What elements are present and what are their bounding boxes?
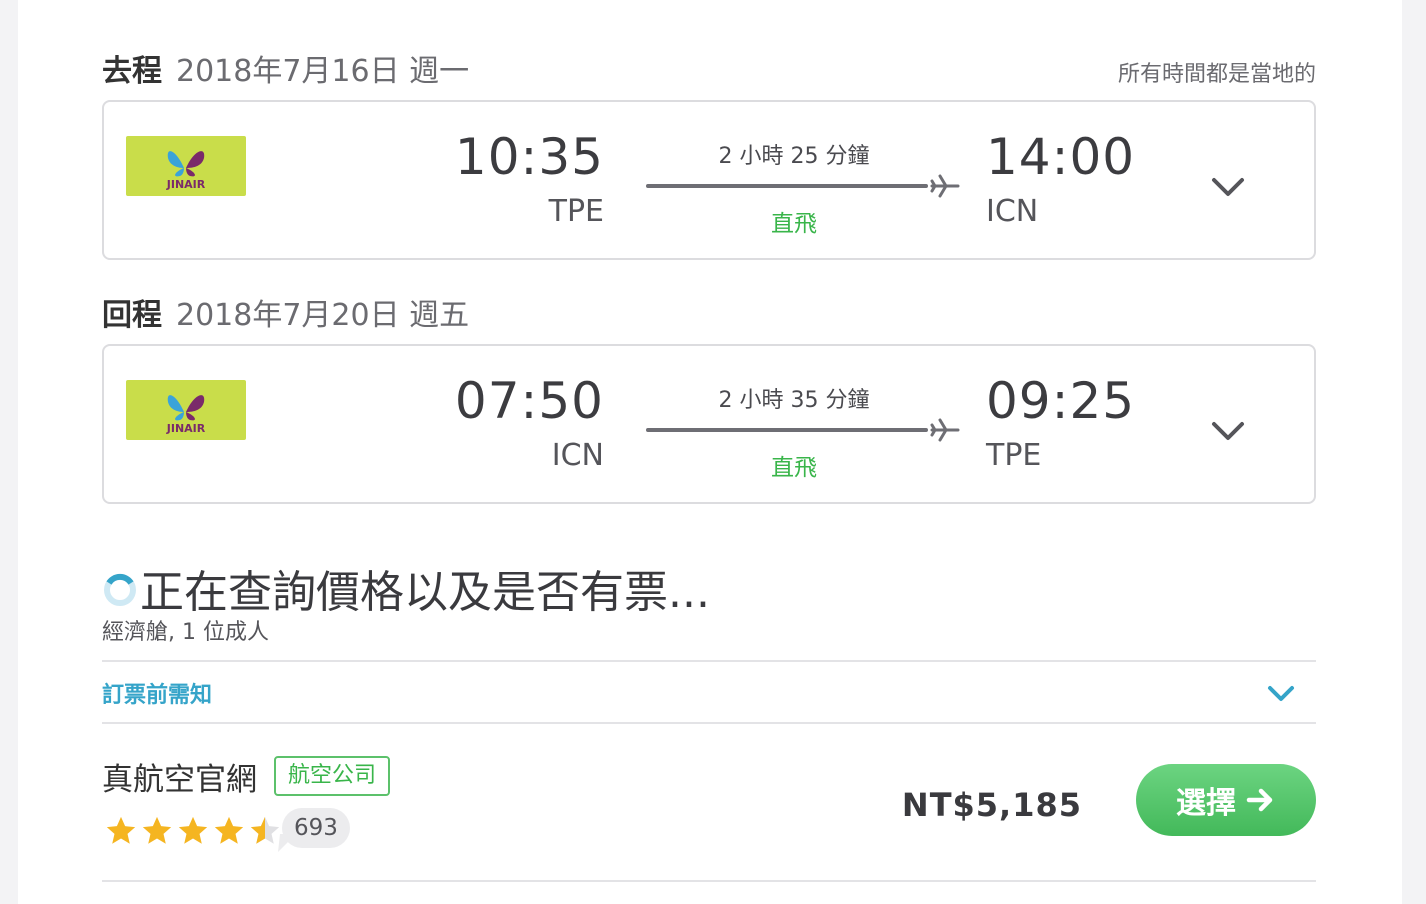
outbound-label: 去程 [102, 54, 162, 89]
inbound-header: 回程 2018年7月20日 週五 [102, 290, 1316, 334]
chevron-down-icon[interactable] [1210, 174, 1246, 200]
outbound-flight-card[interactable]: JINAIR 10:35 TPE 2 小時 25 分鐘 直飛 14:00 ICN [102, 100, 1316, 260]
chevron-down-icon[interactable] [1210, 418, 1246, 444]
review-count[interactable]: 693 [282, 808, 350, 848]
butterfly-icon: JINAIR [166, 395, 206, 435]
departure-airport: ICN [551, 438, 604, 473]
outbound-date: 2018年7月16日 週一 [176, 54, 470, 89]
arrival-time: 14:00 [986, 128, 1136, 186]
arrival-airport: TPE [986, 438, 1042, 473]
butterfly-icon: JINAIR [166, 151, 206, 191]
booking-notice-link[interactable]: 訂票前需知 [102, 677, 212, 709]
route-line [646, 184, 928, 188]
arrow-right-icon [1246, 788, 1273, 812]
flight-duration: 2 小時 35 分鐘 [718, 388, 870, 413]
departure-time: 10:35 [454, 128, 604, 186]
flight-duration: 2 小時 25 分鐘 [718, 144, 870, 169]
inbound-label: 回程 [102, 298, 162, 333]
booking-panel: 去程 2018年7月16日 週一 所有時間都是當地的 JINAIR 10:35 … [18, 0, 1402, 904]
jinair-logo: JINAIR [126, 380, 246, 440]
plane-icon [930, 174, 960, 198]
star-icon [142, 816, 172, 844]
inbound-date: 2018年7月20日 週五 [176, 298, 470, 333]
select-button-label: 選擇 [1176, 786, 1236, 821]
provider-name: 真航空官網 [102, 762, 257, 798]
route-line [646, 428, 928, 432]
plane-icon [930, 418, 960, 442]
star-icon [178, 816, 208, 844]
divider [102, 660, 1316, 662]
stops-label: 直飛 [771, 455, 817, 481]
divider [102, 880, 1316, 882]
departure-airport: TPE [548, 194, 604, 229]
svg-text:JINAIR: JINAIR [166, 178, 206, 191]
arrival-airport: ICN [986, 194, 1039, 229]
arrival-time: 09:25 [986, 372, 1136, 430]
airline-badge: 航空公司 [274, 756, 391, 796]
cabin-info: 經濟艙, 1 位成人 [102, 620, 269, 645]
loading-spinner-icon [104, 574, 136, 606]
loading-status: 正在查詢價格以及是否有票... [102, 556, 710, 620]
price: NT$5,185 [901, 786, 1082, 824]
inbound-flight-card[interactable]: JINAIR 07:50 ICN 2 小時 35 分鐘 直飛 09:25 TPE [102, 344, 1316, 504]
rating-stars [104, 814, 284, 848]
jinair-logo: JINAIR [126, 136, 246, 196]
star-icon [106, 816, 136, 844]
divider [102, 722, 1316, 724]
departure-time: 07:50 [454, 372, 604, 430]
outbound-header: 去程 2018年7月16日 週一 所有時間都是當地的 [102, 46, 1316, 90]
local-time-note: 所有時間都是當地的 [1117, 62, 1316, 87]
svg-text:JINAIR: JINAIR [166, 422, 206, 435]
chevron-down-icon[interactable] [1266, 683, 1296, 705]
star-icon [214, 816, 244, 844]
stops-label: 直飛 [771, 211, 817, 237]
select-button[interactable]: 選擇 [1136, 764, 1316, 836]
loading-text: 正在查詢價格以及是否有票... [140, 567, 710, 618]
